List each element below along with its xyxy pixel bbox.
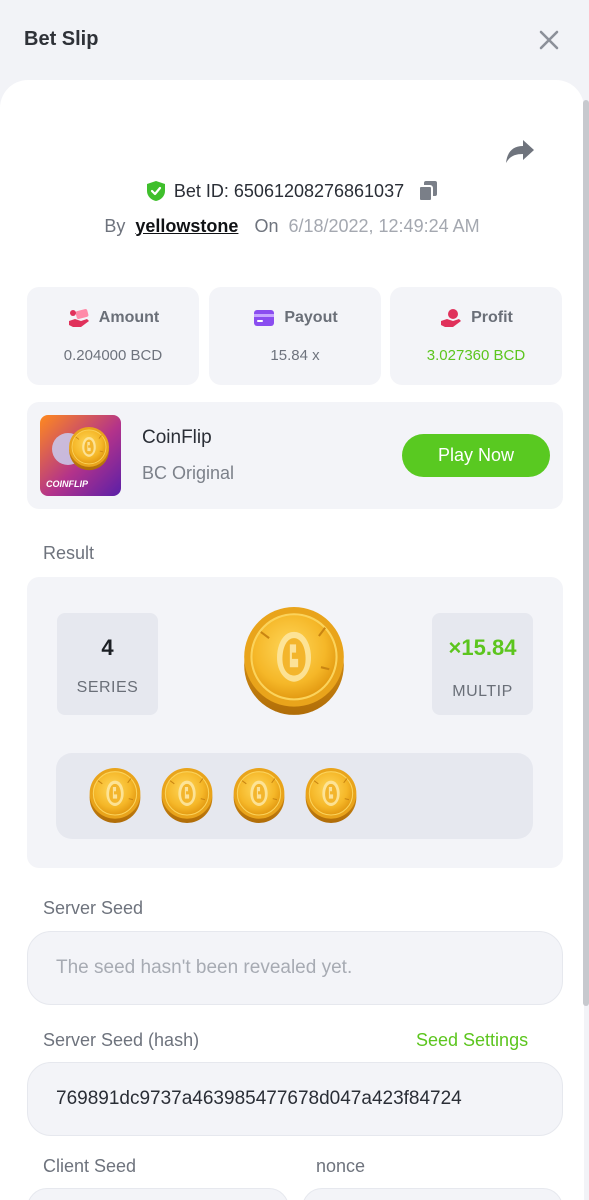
bet-author-row: By yellowstone On 6/18/2022, 12:49:24 AM bbox=[0, 212, 584, 240]
amount-stat-card: Amount 0.204000 BCD bbox=[27, 287, 199, 385]
bet-datetime: 6/18/2022, 12:49:24 AM bbox=[288, 215, 480, 236]
multiplier-box: ×15.84 MULTIP bbox=[432, 613, 533, 715]
close-icon[interactable] bbox=[538, 29, 560, 51]
client-seed-label: Client Seed bbox=[43, 1156, 137, 1176]
server-seed-field[interactable]: The seed hasn't been revealed yet. bbox=[27, 931, 563, 1005]
bet-id-row: Bet ID: 65061208276861037 bbox=[0, 177, 584, 205]
game-card: COINFLIP CoinFlip BC Original Play Now bbox=[27, 402, 563, 509]
page-title: Bet Slip bbox=[24, 28, 99, 50]
series-value: 4 bbox=[101, 635, 114, 660]
profit-value: 3.027360 BCD bbox=[426, 347, 526, 364]
coin-icon bbox=[160, 768, 214, 824]
profit-hand-icon bbox=[441, 309, 462, 327]
multiplier-value: ×15.84 bbox=[448, 635, 517, 660]
game-name: CoinFlip bbox=[142, 427, 212, 448]
series-label: SERIES bbox=[76, 679, 139, 696]
payout-label: Payout bbox=[284, 309, 338, 326]
game-subtitle: BC Original bbox=[142, 463, 235, 483]
coin-icon bbox=[88, 768, 142, 824]
series-box: 4 SERIES bbox=[57, 613, 158, 715]
play-now-button[interactable]: Play Now bbox=[402, 434, 550, 477]
coin-icon bbox=[304, 768, 358, 824]
client-seed-field[interactable] bbox=[27, 1188, 289, 1200]
username-link[interactable]: yellowstone bbox=[135, 216, 238, 237]
seed-settings-link[interactable]: Seed Settings bbox=[416, 1030, 528, 1051]
thumb-text: COINFLIP bbox=[46, 479, 89, 489]
nonce-label: nonce bbox=[316, 1156, 366, 1176]
on-label: On bbox=[254, 215, 279, 236]
verified-shield-icon bbox=[146, 180, 166, 202]
payout-stat-card: Payout 15.84 x bbox=[209, 287, 381, 385]
coin-history-strip bbox=[56, 753, 533, 839]
result-label: Result bbox=[43, 543, 95, 563]
server-seed-hash-label: Server Seed (hash) bbox=[43, 1030, 200, 1050]
multiplier-label: MULTIP bbox=[452, 683, 513, 700]
result-coin-icon bbox=[242, 607, 346, 717]
server-seed-label: Server Seed bbox=[43, 898, 144, 918]
amount-value: 0.204000 BCD bbox=[63, 347, 163, 364]
share-icon[interactable] bbox=[505, 138, 535, 164]
coinflip-thumbnail[interactable]: COINFLIP bbox=[40, 415, 121, 496]
card-icon bbox=[254, 310, 275, 326]
profit-stat-card: Profit 3.027360 BCD bbox=[390, 287, 562, 385]
result-panel: 4 SERIES ×15.84 MULTIP bbox=[27, 577, 563, 868]
copy-icon[interactable] bbox=[418, 180, 438, 202]
by-label: By bbox=[104, 215, 126, 236]
server-seed-hash-field[interactable]: 769891dc9737a463985477678d047a423f84724 bbox=[27, 1062, 563, 1136]
bet-id-text: Bet ID: 65061208276861037 bbox=[173, 180, 405, 201]
profit-label: Profit bbox=[471, 309, 513, 326]
nonce-field[interactable] bbox=[302, 1188, 563, 1200]
amount-label: Amount bbox=[98, 309, 160, 326]
payout-value: 15.84 x bbox=[270, 347, 320, 364]
coin-icon bbox=[232, 768, 286, 824]
money-hand-icon bbox=[68, 309, 89, 327]
bet-slip-header: Bet Slip bbox=[0, 0, 589, 80]
